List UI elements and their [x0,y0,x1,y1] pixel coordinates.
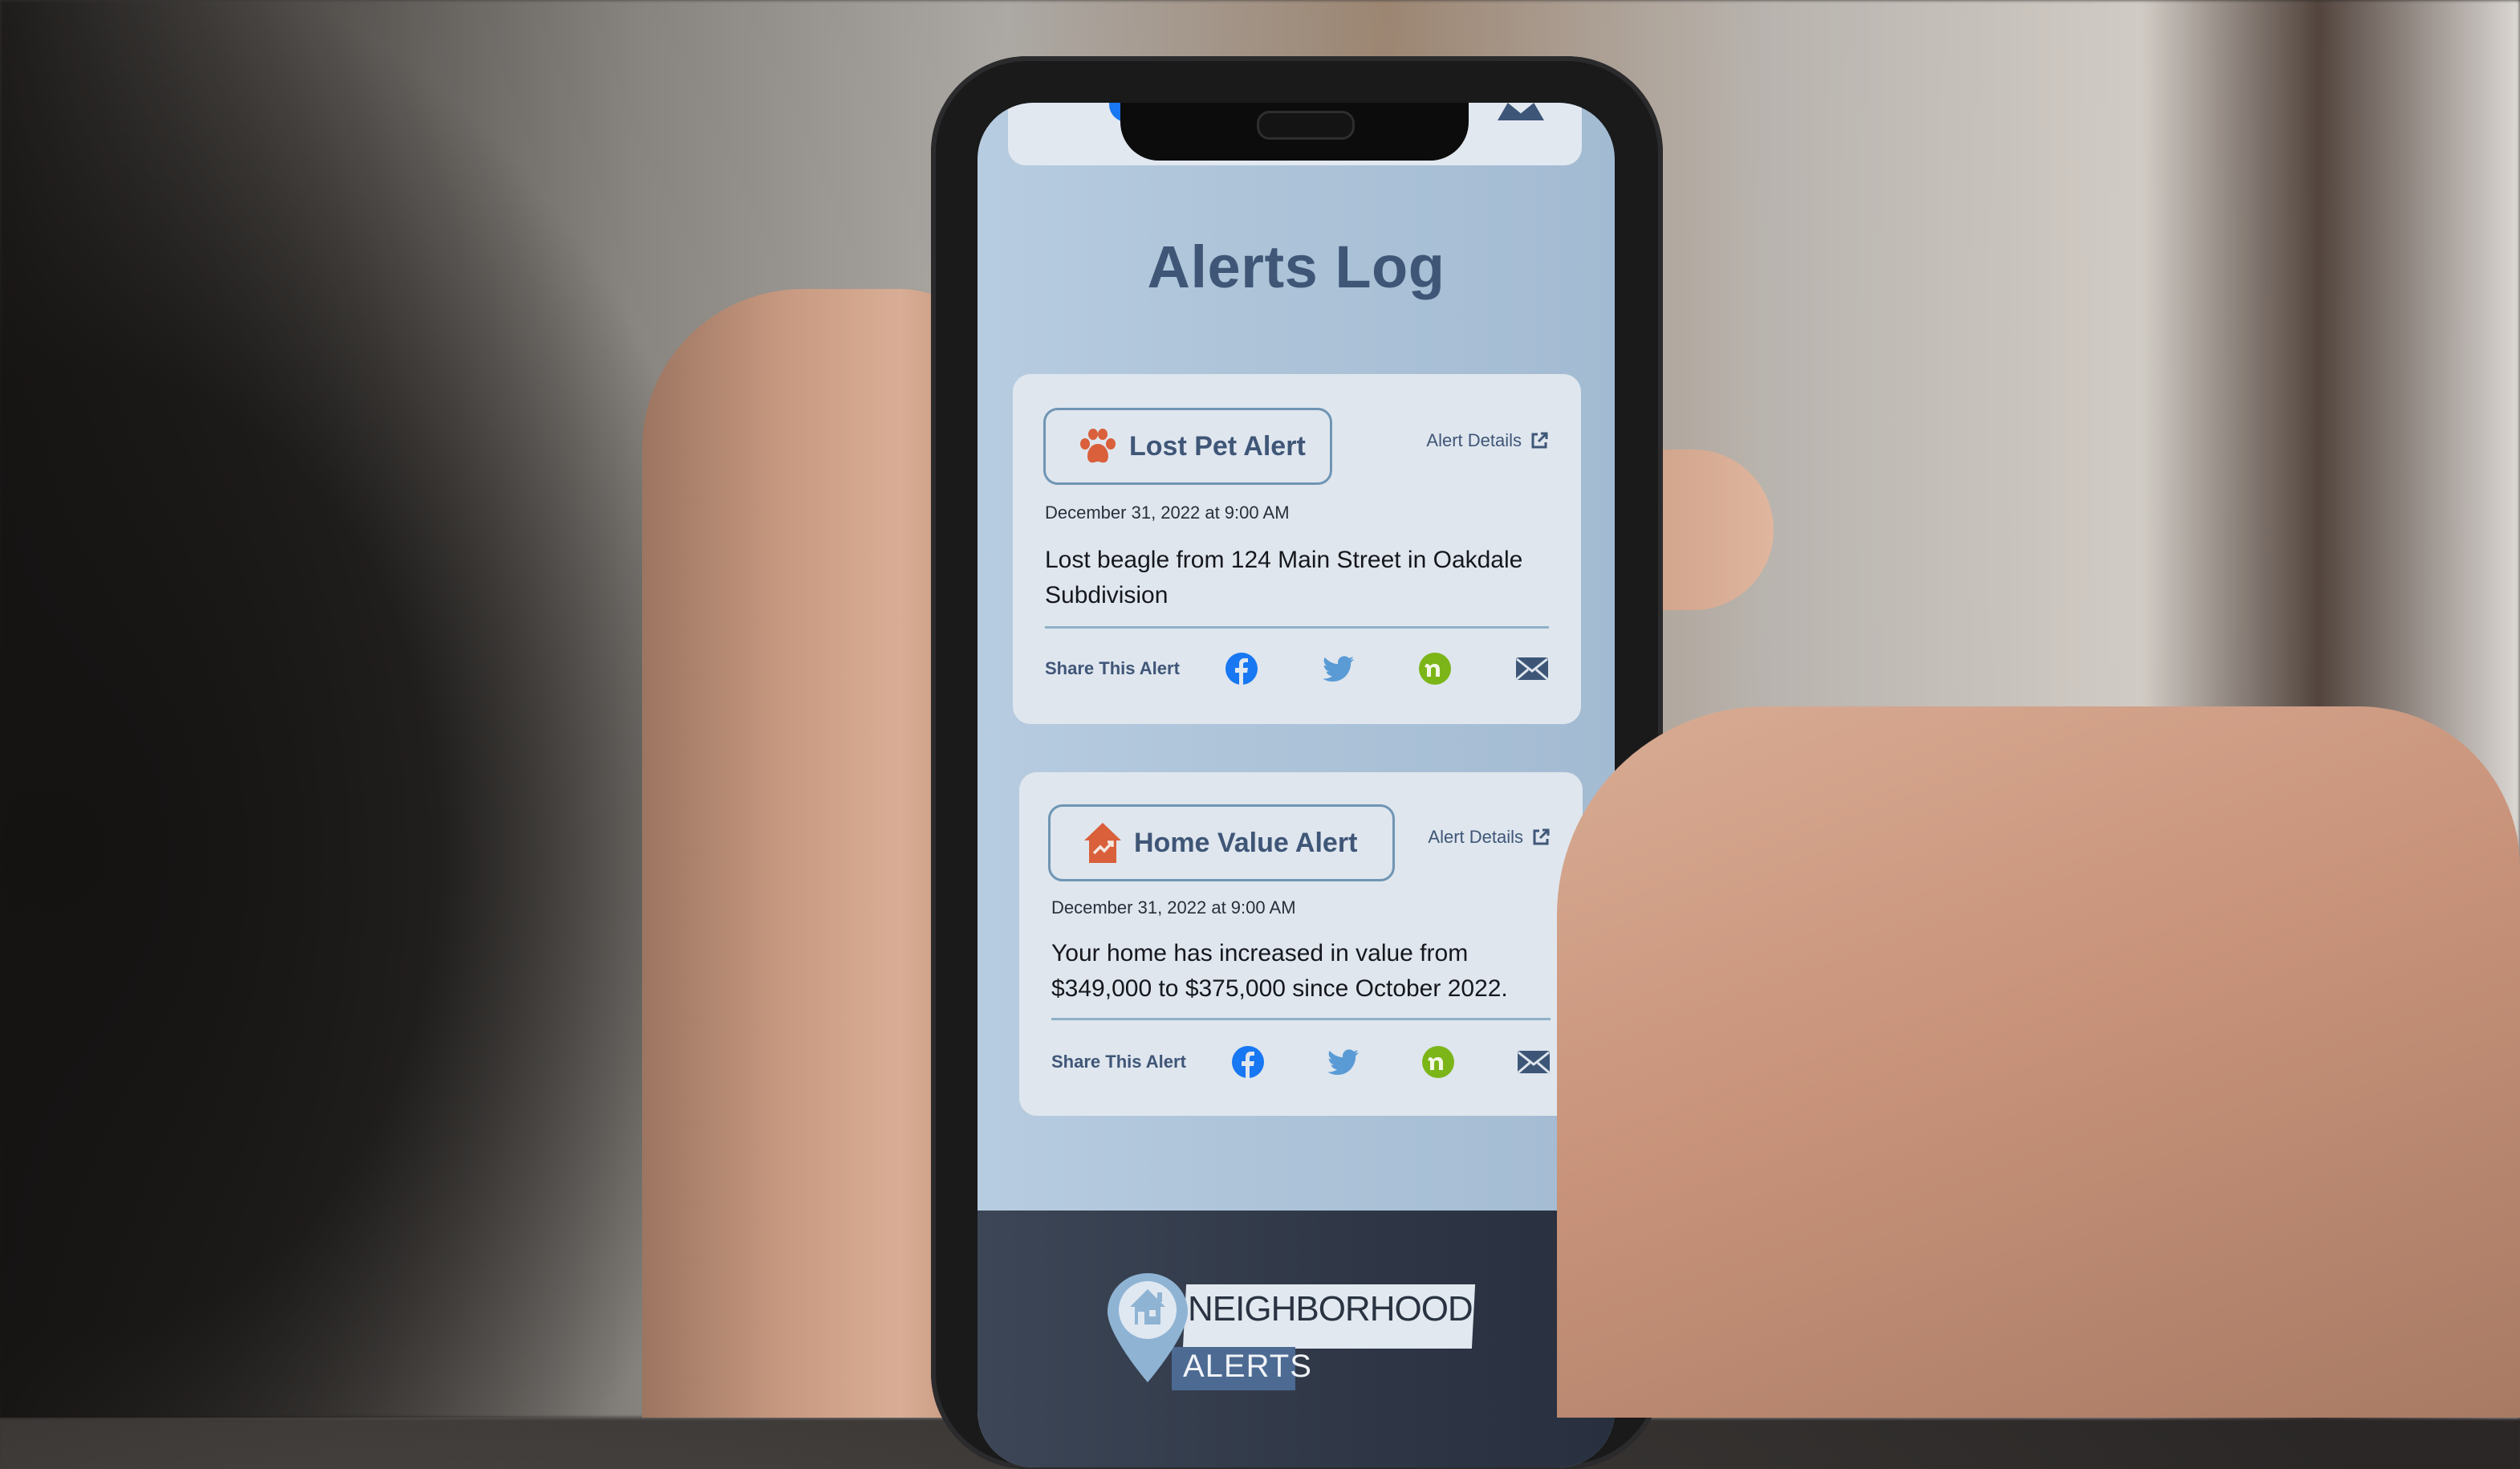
facebook-icon[interactable] [1225,652,1258,686]
alert-type-label: Home Value Alert [1134,827,1358,858]
email-icon[interactable] [1498,103,1544,120]
twitter-icon[interactable] [1327,1045,1360,1079]
share-label: Share This Alert [1045,658,1180,678]
background-shadow [0,0,722,1418]
map-pin-house-icon [1108,1273,1188,1382]
share-row: Share This Alert [1045,652,1549,686]
external-link-icon [1530,431,1549,450]
alert-type-badge: Lost Pet Alert [1043,408,1332,485]
house-trend-icon [1083,821,1123,865]
facebook-icon[interactable] [1231,1045,1265,1079]
email-icon[interactable] [1517,1045,1551,1079]
alert-message: Your home has increased in value from $3… [1051,940,1508,1002]
phone-screen: Alerts Log Lost Pet Alert Alert Details [978,103,1615,1467]
alert-type-badge: Home Value Alert [1048,804,1395,881]
page-title: Alerts Log [1147,234,1445,300]
right-hand [1557,706,2520,1418]
alert-details-link[interactable]: Alert Details [1426,430,1549,451]
alert-card: Home Value Alert Alert Details December … [1019,772,1583,1116]
logo-text-line1: NEIGHBORHOOD [1188,1289,1473,1329]
divider [1045,626,1549,629]
logo-text-line2: ALERTS [1183,1349,1312,1384]
email-icon[interactable] [1515,652,1549,686]
share-label: Share This Alert [1051,1052,1186,1072]
alert-timestamp: December 31, 2022 at 9:00 AM [1051,897,1296,918]
nextdoor-icon[interactable] [1421,1045,1455,1079]
alert-details-label: Alert Details [1426,430,1522,450]
alert-message: Lost beagle from 124 Main Street in Oakd… [1045,547,1523,608]
earpiece-speaker [1257,111,1355,140]
twitter-icon[interactable] [1322,652,1356,686]
alert-card: Lost Pet Alert Alert Details December 31… [1013,374,1581,724]
share-row: Share This Alert [1051,1045,1551,1079]
paw-icon [1078,426,1118,466]
alert-details-label: Alert Details [1428,827,1523,847]
phone-notch [1120,103,1469,161]
nextdoor-icon[interactable] [1418,652,1452,686]
neighborhood-alerts-logo[interactable]: NEIGHBORHOOD ALERTS [1106,1272,1476,1392]
alert-details-link[interactable]: Alert Details [1428,827,1551,848]
alert-timestamp: December 31, 2022 at 9:00 AM [1045,503,1290,523]
app-footer: NEIGHBORHOOD ALERTS [978,1211,1615,1467]
alert-type-label: Lost Pet Alert [1129,430,1306,462]
divider [1051,1018,1551,1020]
external-link-icon [1531,828,1551,847]
